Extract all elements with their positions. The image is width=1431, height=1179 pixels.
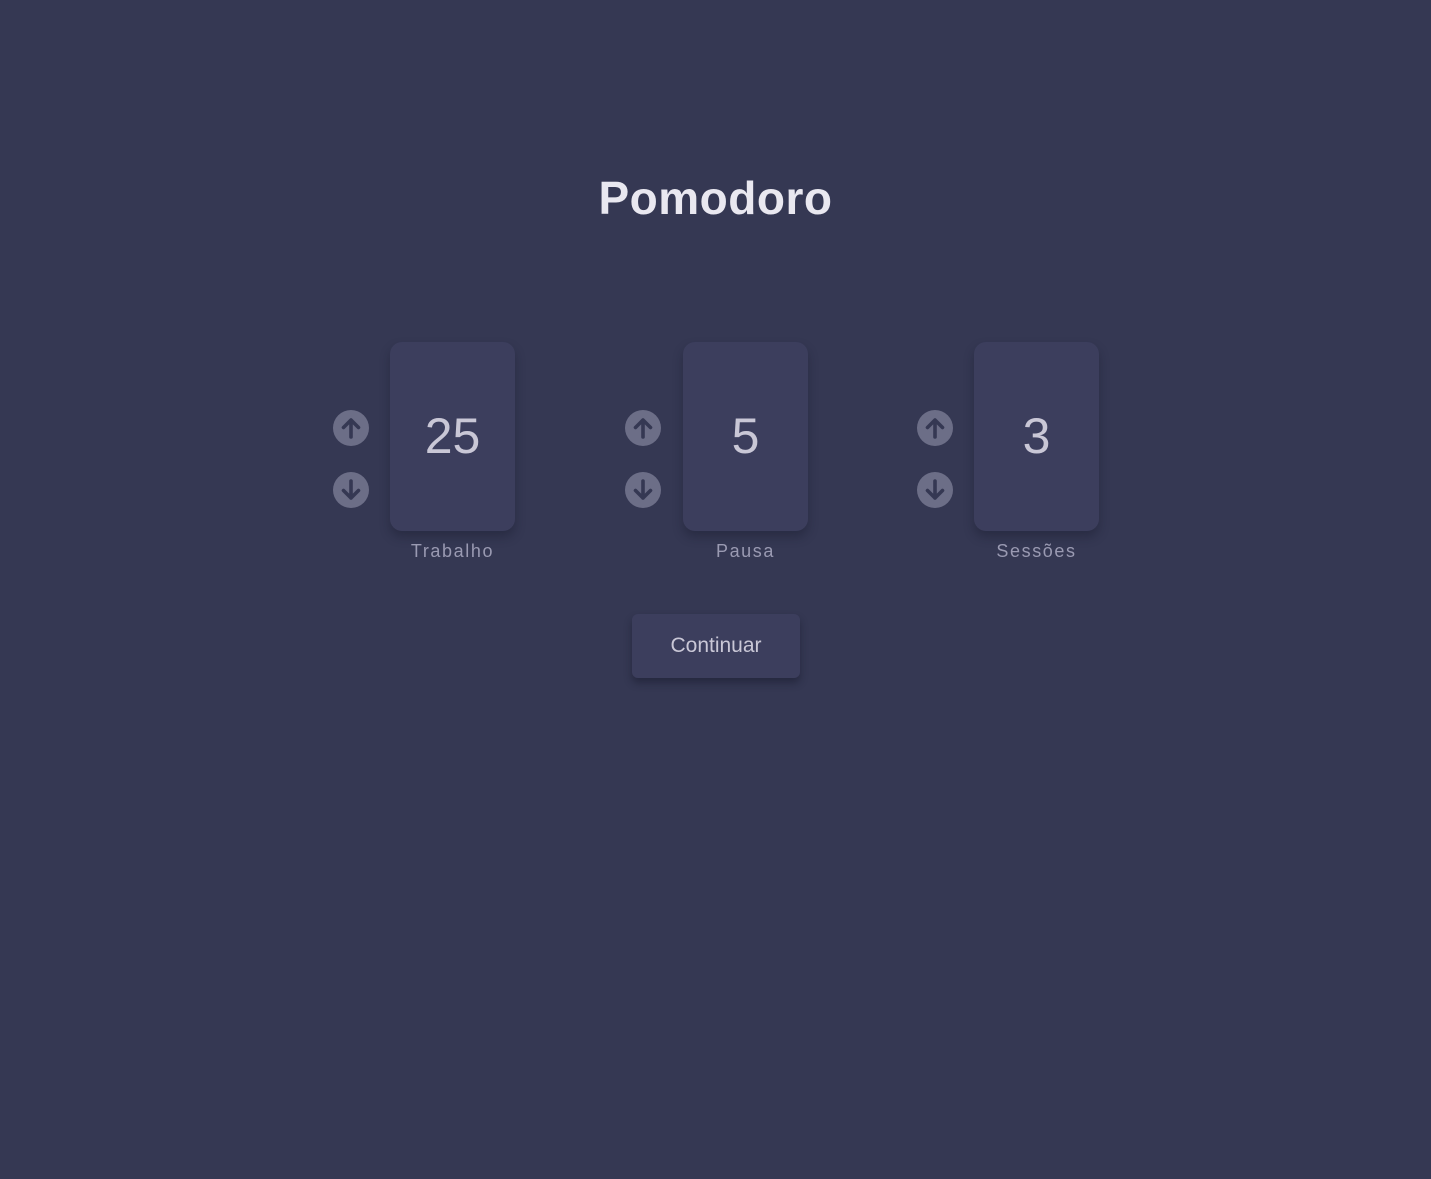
pomodoro-settings-page: Pomodoro 25 Trabalho 5 Pausa 3 Sessões C…	[0, 0, 1431, 1179]
work-label: Trabalho	[410, 541, 495, 561]
arrow-down-circle-icon	[333, 472, 369, 508]
arrow-up-circle-icon	[917, 410, 953, 446]
sessions-value-card: 3	[974, 342, 1099, 531]
work-decrement-button[interactable]	[333, 472, 369, 508]
sessions-control: 3 Sessões	[917, 342, 1117, 572]
sessions-value: 3	[1022, 407, 1051, 464]
break-duration-control: 5 Pausa	[625, 342, 825, 572]
break-label: Pausa	[715, 541, 776, 561]
arrow-down-circle-icon	[917, 472, 953, 508]
work-value: 25	[424, 407, 481, 464]
arrow-down-circle-icon	[625, 472, 661, 508]
sessions-increment-button[interactable]	[917, 410, 953, 446]
continue-button[interactable]: Continuar	[632, 614, 800, 678]
sessions-label: Sessões	[996, 541, 1077, 561]
work-value-card: 25	[390, 342, 515, 531]
arrow-up-circle-icon	[333, 410, 369, 446]
page-title: Pomodoro	[598, 172, 833, 224]
break-value-card: 5	[683, 342, 808, 531]
break-decrement-button[interactable]	[625, 472, 661, 508]
arrow-up-circle-icon	[625, 410, 661, 446]
work-increment-button[interactable]	[333, 410, 369, 446]
break-value: 5	[731, 407, 760, 464]
break-increment-button[interactable]	[625, 410, 661, 446]
sessions-decrement-button[interactable]	[917, 472, 953, 508]
work-duration-control: 25 Trabalho	[333, 342, 533, 572]
